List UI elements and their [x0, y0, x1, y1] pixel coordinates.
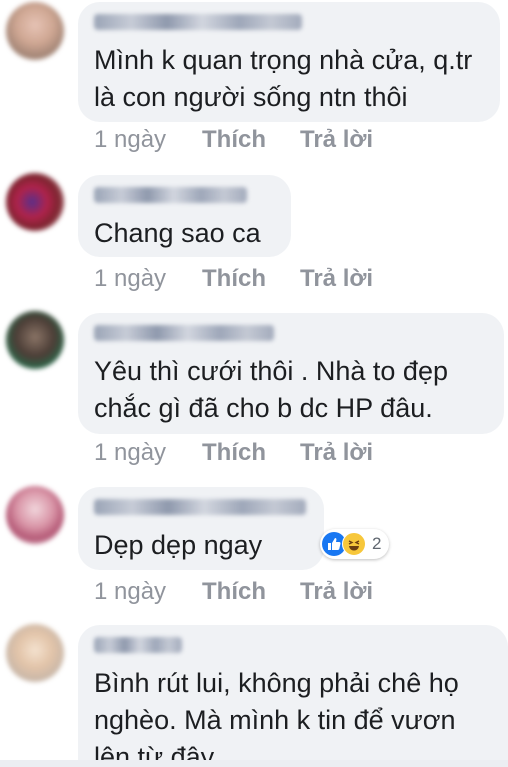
commenter-name-blurred[interactable]: [94, 14, 302, 30]
comment-actions: 1 ngày Thích Trả lời: [94, 578, 373, 606]
comment-text: Chang sao ca: [94, 218, 261, 248]
avatar[interactable]: [6, 311, 64, 369]
reply-link[interactable]: Trả lời: [300, 578, 373, 606]
haha-icon: [342, 532, 366, 556]
avatar[interactable]: [6, 486, 64, 544]
comment-text: Mình k quan trọng nhà cửa, q.tr là con n…: [94, 45, 473, 112]
avatar[interactable]: [6, 2, 64, 60]
like-link[interactable]: Thích: [202, 578, 300, 606]
comment-text: Yêu thì cưới thôi . Nhà to đẹp chắc gì đ…: [94, 356, 448, 423]
comment-input-edge: [0, 760, 508, 767]
reply-link[interactable]: Trả lời: [300, 265, 373, 293]
commenter-name-blurred[interactable]: [94, 637, 182, 653]
comment-bubble: Mình k quan trọng nhà cửa, q.tr là con n…: [78, 2, 500, 122]
commenter-name-blurred[interactable]: [94, 187, 247, 203]
reaction-summary[interactable]: 2: [320, 529, 390, 559]
comment-text: Bình rút lui, không phải chê họ nghèo. M…: [94, 668, 459, 767]
comment-text: Dẹp dẹp ngay: [94, 530, 263, 560]
commenter-name-blurred[interactable]: [94, 499, 306, 515]
commenter-name-blurred[interactable]: [94, 325, 274, 341]
comment-time[interactable]: 1 ngày: [94, 265, 202, 293]
comment-time[interactable]: 1 ngày: [94, 439, 202, 467]
reply-link[interactable]: Trả lời: [300, 126, 373, 154]
like-link[interactable]: Thích: [202, 265, 300, 293]
reaction-count: 2: [372, 534, 382, 553]
reply-link[interactable]: Trả lời: [300, 439, 373, 467]
like-link[interactable]: Thích: [202, 439, 300, 467]
comment-actions: 1 ngày Thích Trả lời: [94, 126, 373, 154]
comment-actions: 1 ngày Thích Trả lời: [94, 265, 373, 293]
avatar[interactable]: [6, 173, 64, 231]
comment-bubble: Chang sao ca: [78, 175, 291, 257]
comment-time[interactable]: 1 ngày: [94, 578, 202, 606]
comment-bubble: Dẹp dẹp ngay: [78, 487, 324, 570]
avatar[interactable]: [6, 624, 64, 682]
comment-bubble: Bình rút lui, không phải chê họ nghèo. M…: [78, 625, 508, 767]
comment-time[interactable]: 1 ngày: [94, 126, 202, 154]
comment-bubble: Yêu thì cưới thôi . Nhà to đẹp chắc gì đ…: [78, 313, 504, 434]
like-link[interactable]: Thích: [202, 126, 300, 154]
comment-actions: 1 ngày Thích Trả lời: [94, 439, 373, 467]
